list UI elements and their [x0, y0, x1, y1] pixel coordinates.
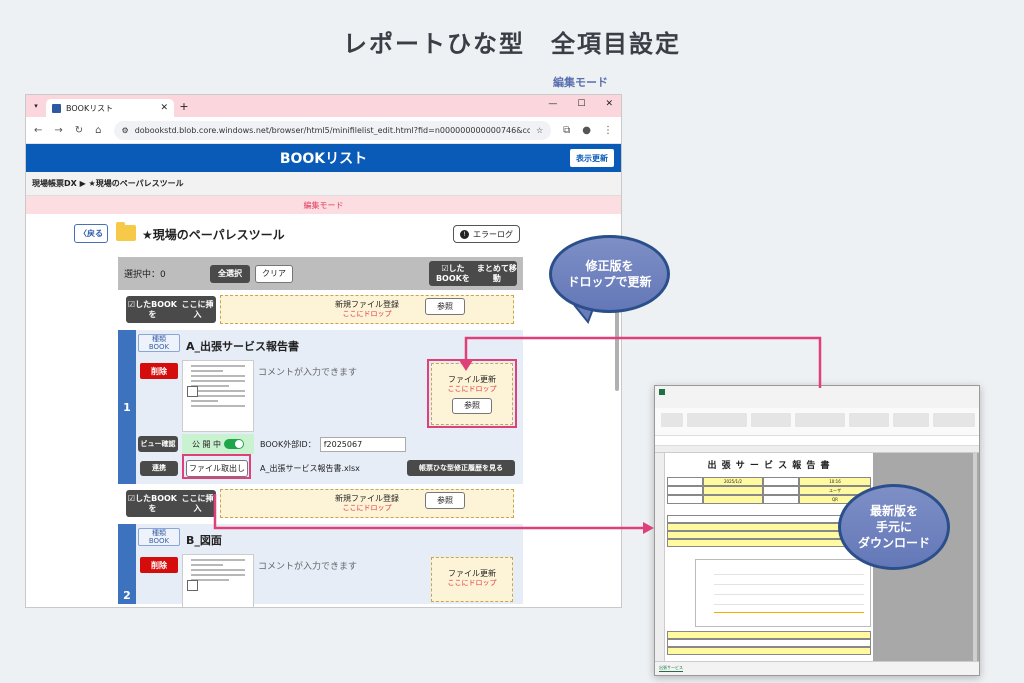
- connector-arrows: [213, 299, 873, 550]
- download-callout: 最新版を 手元に ダウンロード: [838, 484, 950, 570]
- update-callout: 修正版を ドロップで更新: [549, 235, 670, 313]
